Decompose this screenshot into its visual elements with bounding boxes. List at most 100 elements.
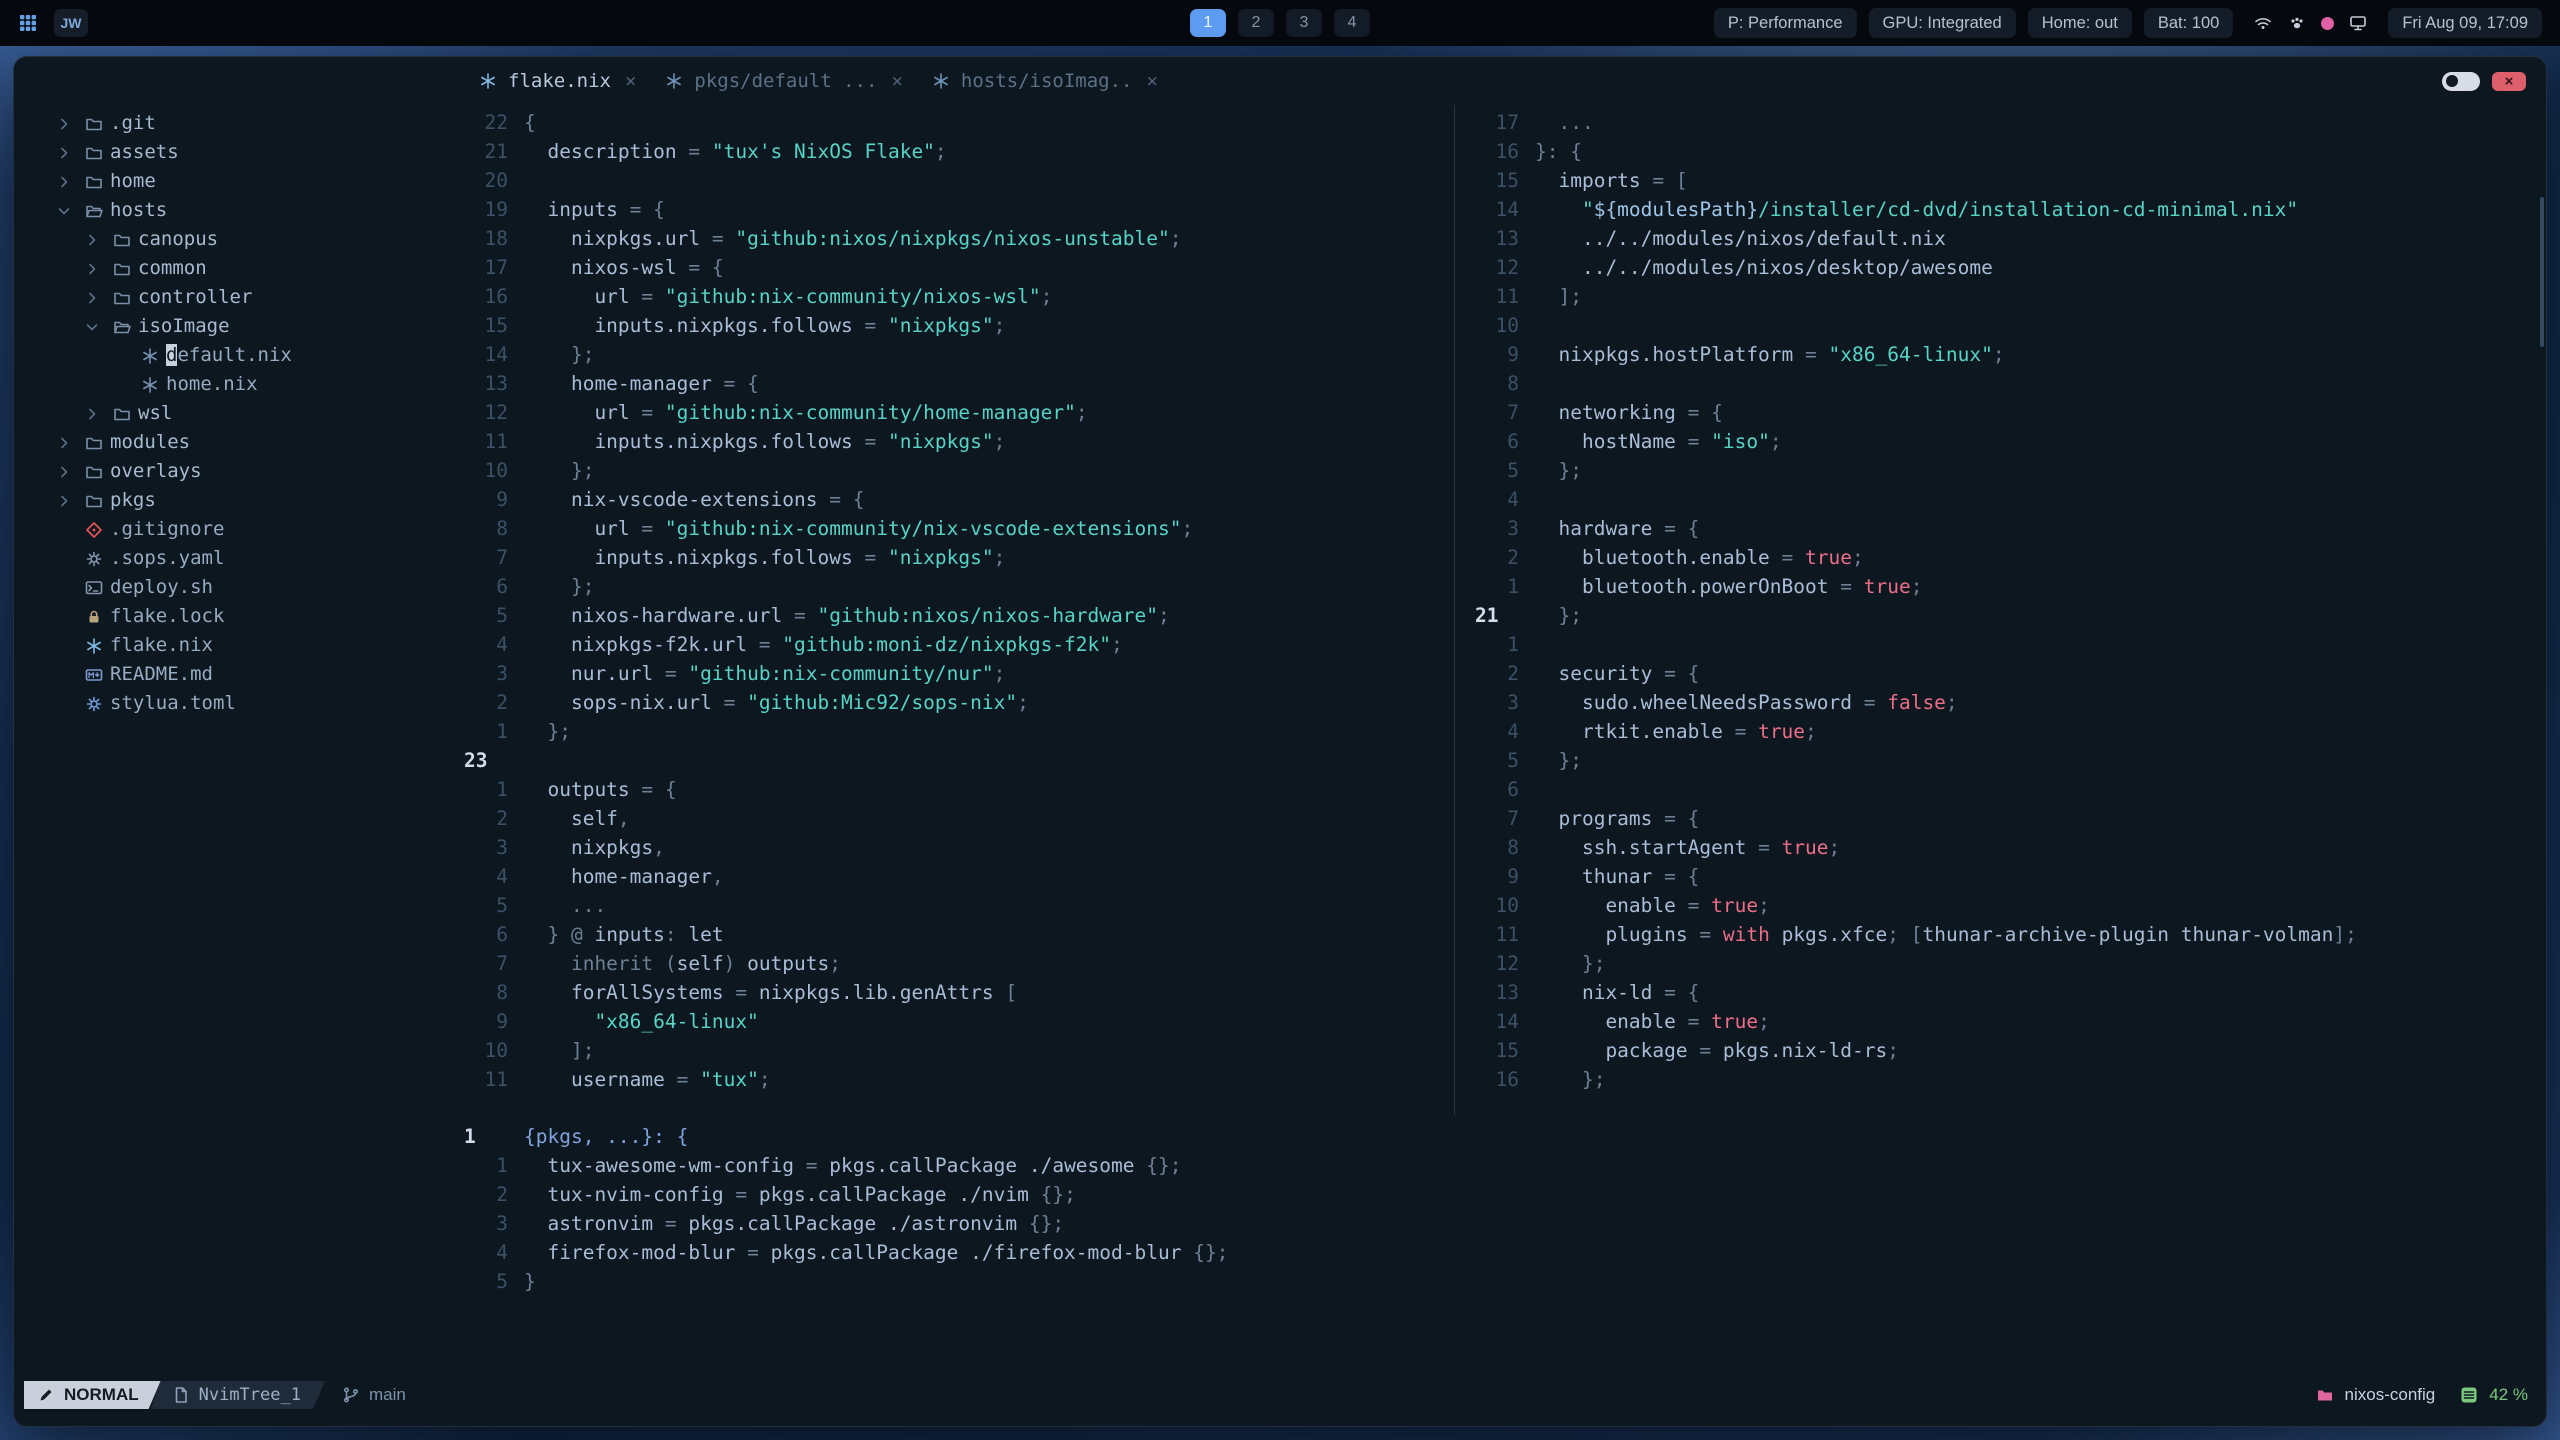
paw-icon[interactable] [2287,13,2307,33]
code-text: hostName = "iso"; [1535,430,1782,453]
workspace-button-1[interactable]: 1 [1190,9,1226,37]
code-line: 13 ../../modules/nixos/default.nix [1469,224,2546,253]
code-text: bluetooth.enable = true; [1535,546,1864,569]
tree-item--gitignore[interactable]: .gitignore [14,515,458,544]
editor-split-pkgs-default-nix[interactable]: 1 {pkgs, ...}: {1 tux-awesome-wm-config =… [458,1115,2546,1381]
tree-item-assets[interactable]: assets [14,138,458,167]
scrollbar-thumb[interactable] [2540,197,2544,347]
code-line: 7 inputs.nixpkgs.follows = "nixpkgs"; [458,543,1454,572]
code-text: ../../modules/nixos/desktop/awesome [1535,256,1993,279]
code-line: 5} [458,1267,2546,1296]
wifi-icon[interactable] [2253,13,2273,33]
code-text: ... [1535,111,1594,134]
code-line: 3 nur.url = "github:nix-community/nur"; [458,659,1454,688]
line-number: 16 [484,285,508,308]
tree-item-deploy-sh[interactable]: deploy.sh [14,573,458,602]
code-line: 1 tux-awesome-wm-config = pkgs.callPacka… [458,1151,2546,1180]
code-line: 13 home-manager = { [458,369,1454,398]
line-number: 9 [1507,343,1519,366]
tree-item-home-nix[interactable]: home.nix [14,370,458,399]
line-number: 6 [496,575,508,598]
tree-item-default-nix[interactable]: default.nix [14,341,458,370]
line-number: 1 [496,778,508,801]
display-icon[interactable] [2348,13,2368,33]
status-pill-2: Home: out [2027,8,2132,38]
tree-item-canopus[interactable]: canopus [14,225,458,254]
code-text: inherit (self) outputs; [524,952,842,975]
tab-hosts-isoimag-[interactable]: hosts/isoImag.. × [917,57,1172,105]
tree-item-common[interactable]: common [14,254,458,283]
tree-item-label: home.nix [166,373,258,395]
tab-flake-nix[interactable]: flake.nix × [464,57,650,105]
line-number: 7 [496,952,508,975]
code-text: inputs = { [524,198,665,221]
tree-item-hosts[interactable]: hosts [14,196,458,225]
tree-item-overlays[interactable]: overlays [14,457,458,486]
tree-item-flake-lock[interactable]: flake.lock [14,602,458,631]
tree-item-readme-md[interactable]: README.md [14,660,458,689]
tab-close-icon[interactable]: × [1146,70,1157,92]
lines-icon [2459,1385,2479,1405]
code-text: } [524,1270,536,1293]
code-text: username = "tux"; [524,1068,771,1091]
tree-item--sops-yaml[interactable]: .sops.yaml [14,544,458,573]
code-line: 2 security = { [1469,659,2546,688]
nvimtree-panel[interactable]: .git assets home hosts canopus common controll… [14,105,458,1381]
tree-item-label: deploy.sh [110,576,213,598]
buffer-indicator: NvimTree_1 [151,1381,325,1409]
buffer-label: NvimTree_1 [198,1385,301,1405]
code-line: 6 hostName = "iso"; [1469,427,2546,456]
tree-item--git[interactable]: .git [14,109,458,138]
code-line: 15 imports = [ [1469,166,2546,195]
tree-item-isoimage[interactable]: isoImage [14,312,458,341]
code-line: 6 } @ inputs: let [458,920,1454,949]
code-line: 9 "x86_64-linux" [458,1007,1454,1036]
code-line: 6 [1469,775,2546,804]
code-line: 7 inherit (self) outputs; [458,949,1454,978]
folder-icon [78,143,110,163]
status-pill-3: Bat: 100 [2143,8,2234,38]
tree-item-flake-nix[interactable]: flake.nix [14,631,458,660]
code-line: 16 url = "github:nix-community/nixos-wsl… [458,282,1454,311]
neovim-window: flake.nix × pkgs/default ... × hosts/isoImag… [13,56,2547,1427]
line-number: 13 [1495,227,1519,250]
line-number: 5 [496,1270,508,1293]
accent-dot-icon[interactable] [2321,16,2335,30]
editor-split-iso-default-nix[interactable]: 17 ... 16}: {15 imports = [14 "${modulesP… [1455,105,2546,1115]
line-number: 4 [1507,488,1519,511]
tree-item-stylua-toml[interactable]: stylua.toml [14,689,458,718]
tree-item-home[interactable]: home [14,167,458,196]
workspace-button-2[interactable]: 2 [1238,9,1274,37]
desktop-wallpaper: JW 1234 P: Performance GPU: Integrated Hom… [0,0,2560,1440]
window-manager-logo[interactable]: JW [54,9,88,37]
tab-close-icon[interactable]: × [891,70,902,92]
chevron-right-icon [50,172,78,192]
line-number: 8 [1507,372,1519,395]
tree-item-controller[interactable]: controller [14,283,458,312]
window-close-button[interactable]: × [2492,71,2526,91]
tree-item-label: modules [110,431,191,453]
line-number: 3 [496,836,508,859]
line-number: 21 [1475,604,1499,627]
code-text: ... [524,894,607,917]
code-text: self, [524,807,630,830]
tree-item-label: .gitignore [110,518,225,540]
line-number: 15 [1495,1039,1519,1062]
line-number: 9 [496,1010,508,1033]
tab-close-icon[interactable]: × [625,70,636,92]
tree-item-pkgs[interactable]: pkgs [14,486,458,515]
tree-item-wsl[interactable]: wsl [14,399,458,428]
code-text: "${modulesPath}/installer/cd-dvd/install… [1535,198,2299,221]
code-line: 5 ... [458,891,1454,920]
workspace-button-4[interactable]: 4 [1334,9,1370,37]
tree-item-modules[interactable]: modules [14,428,458,457]
code-line: 5 nixos-hardware.url = "github:nixos/nix… [458,601,1454,630]
workspace-button-3[interactable]: 3 [1286,9,1322,37]
line-number: 3 [1507,517,1519,540]
editor-split-flake-nix[interactable]: 22{21 description = "tux's NixOS Flake";… [458,105,1454,1115]
app-launcher-icon[interactable] [18,13,38,33]
tab-pkgs-default-[interactable]: pkgs/default ... × [650,57,916,105]
toggle-switch-icon[interactable] [2442,71,2480,91]
